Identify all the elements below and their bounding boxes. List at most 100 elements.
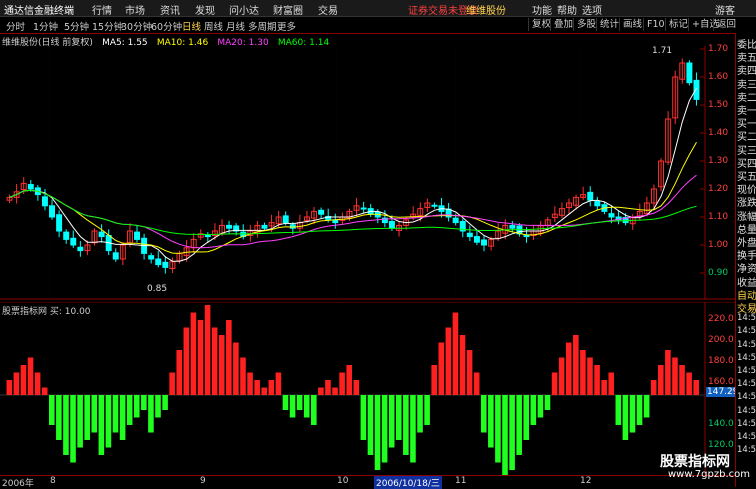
indicator-bar-down bbox=[360, 395, 367, 440]
indicator-bar-down bbox=[516, 395, 522, 455]
indicator-bar-down bbox=[126, 395, 133, 425]
indicator-bar-up bbox=[658, 365, 664, 395]
menu-options[interactable]: 选项 bbox=[582, 2, 602, 17]
period-30min[interactable]: 30分钟 bbox=[121, 19, 152, 33]
y-tick: 120.0 bbox=[708, 440, 734, 450]
indicator-bar-down bbox=[98, 395, 105, 455]
indicator-bar-up bbox=[473, 372, 480, 395]
sidebar-item: 14:50 bbox=[737, 445, 756, 456]
period-1min[interactable]: 1分钟 bbox=[33, 19, 58, 33]
menu-news[interactable]: 资讯 bbox=[160, 2, 180, 17]
indicator-bar-up bbox=[254, 380, 260, 395]
candle-body bbox=[360, 207, 367, 210]
period-monthly[interactable]: 月线 bbox=[226, 19, 245, 33]
period-weekly[interactable]: 周线 bbox=[204, 19, 223, 33]
indicator-bar-down bbox=[424, 395, 430, 425]
y-tick: 220.0 bbox=[708, 314, 734, 324]
guest-label[interactable]: 游客 bbox=[715, 2, 735, 17]
candle-body bbox=[148, 255, 155, 260]
sidebar-item: 14:50 bbox=[737, 379, 756, 390]
x-tick: 9 bbox=[200, 476, 206, 486]
draw-button[interactable]: 画线 bbox=[619, 18, 645, 31]
indicator-bar-up bbox=[218, 335, 225, 395]
indicator-bar-up bbox=[672, 357, 678, 395]
title-bar: 通达信金融终端 行情 市场 资讯 发现 问小达 财富圈 交易 证券交易未登录 维… bbox=[0, 0, 756, 17]
y-tick: 180.0 bbox=[708, 356, 734, 366]
sidebar-item: 14:50 bbox=[737, 366, 756, 376]
period-tick[interactable]: 分时 bbox=[6, 19, 25, 33]
candle-body bbox=[56, 214, 63, 232]
indicator-bar-up bbox=[431, 365, 437, 395]
y-tick: 1.60 bbox=[708, 72, 729, 82]
x-cursor-date: 2006/10/18/三 bbox=[374, 476, 442, 489]
indicator-bar-up bbox=[339, 372, 345, 395]
y-tick: 1.00 bbox=[708, 240, 729, 250]
period-5min[interactable]: 5分钟 bbox=[64, 19, 89, 33]
indicator-bar-down bbox=[636, 395, 643, 425]
indicator-bar-up bbox=[176, 350, 183, 395]
indicator-bar-down bbox=[544, 395, 551, 410]
back-button[interactable]: 返回 bbox=[713, 18, 739, 31]
main-y-axis: 1.70 1.60 1.50 1.40 1.30 1.20 1.10 1.00 … bbox=[706, 44, 734, 300]
candle-body bbox=[473, 236, 480, 243]
menu-market[interactable]: 市场 bbox=[125, 2, 145, 17]
indicator-bar-down bbox=[48, 395, 55, 425]
period-daily[interactable]: 日线 bbox=[182, 19, 201, 33]
period-more[interactable]: 更多 bbox=[277, 19, 296, 33]
candle-body bbox=[27, 184, 34, 190]
candle-body bbox=[70, 237, 77, 246]
candlestick-chart[interactable] bbox=[0, 46, 735, 300]
indicator-bar-up bbox=[332, 387, 338, 395]
ma10-line bbox=[9, 141, 697, 254]
high-price-label: 1.71 bbox=[652, 46, 673, 56]
candle-body bbox=[77, 246, 84, 252]
menu-help[interactable]: 帮助 bbox=[557, 2, 577, 17]
indicator-bar-down bbox=[155, 395, 161, 418]
indicator-bar-down bbox=[141, 395, 147, 410]
y-tick: 1.20 bbox=[708, 184, 729, 194]
indicator-bar-down bbox=[311, 395, 317, 425]
candle-body bbox=[162, 261, 169, 268]
y-tick: 1.50 bbox=[708, 100, 729, 110]
indicator-bar-down bbox=[289, 395, 296, 418]
period-multi[interactable]: 多周期 bbox=[248, 19, 277, 33]
indicator-bar-up bbox=[580, 350, 586, 395]
indicator-bar-up bbox=[686, 372, 692, 395]
y-tick: 160.0 bbox=[708, 377, 734, 387]
indicator-bar-up bbox=[197, 320, 204, 395]
y-tick: 1.70 bbox=[708, 44, 729, 54]
indicator-bar-up bbox=[551, 372, 558, 395]
indicator-bar-down bbox=[488, 395, 494, 448]
menu-wealth[interactable]: 财富圈 bbox=[273, 2, 303, 17]
menu-function[interactable]: 功能 bbox=[532, 2, 552, 17]
candle-body bbox=[594, 200, 601, 207]
indicator-bar-down bbox=[133, 395, 140, 418]
indicator-bar-down bbox=[530, 395, 537, 425]
candle-body bbox=[318, 209, 325, 215]
indicator-bar-up bbox=[233, 342, 239, 395]
indicator-chart[interactable] bbox=[0, 302, 735, 475]
indicator-bar-up bbox=[27, 357, 34, 395]
indicator-bar-up bbox=[353, 380, 360, 395]
menu-trade[interactable]: 交易 bbox=[318, 2, 338, 17]
indicator-bar-up bbox=[650, 380, 657, 395]
candle-body bbox=[41, 196, 48, 207]
menu-discover[interactable]: 发现 bbox=[195, 2, 215, 17]
menu-quotes[interactable]: 行情 bbox=[92, 2, 112, 17]
period-15min[interactable]: 15分钟 bbox=[92, 19, 123, 33]
candle-body bbox=[693, 79, 700, 100]
candle-body bbox=[226, 224, 233, 229]
sidebar-item: 14:50 bbox=[737, 432, 756, 442]
indicator-bar-up bbox=[183, 327, 190, 395]
period-60min[interactable]: 60分钟 bbox=[151, 19, 182, 33]
indicator-bar-down bbox=[615, 395, 622, 425]
candle-body bbox=[204, 234, 211, 238]
indicator-bar-down bbox=[282, 395, 289, 410]
indicator-bar-down bbox=[105, 395, 112, 448]
indicator-bar-up bbox=[226, 320, 232, 395]
y-tick: 1.40 bbox=[708, 128, 729, 138]
f10-button[interactable]: F10 bbox=[643, 18, 668, 31]
menu-ask[interactable]: 问小达 bbox=[229, 2, 259, 17]
indicator-bar-down bbox=[537, 395, 544, 418]
sidebar-item: 14:50 bbox=[737, 313, 756, 324]
